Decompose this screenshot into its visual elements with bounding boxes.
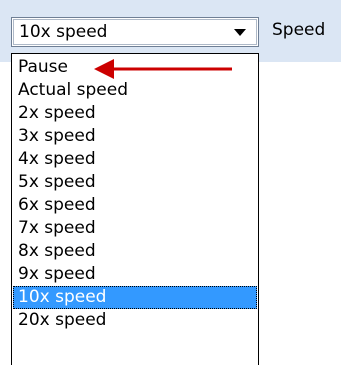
option-9x-speed[interactable]: 9x speed [13, 263, 257, 286]
option-7x-speed[interactable]: 7x speed [13, 217, 257, 240]
speed-label: Speed [272, 20, 326, 40]
chevron-down-icon[interactable] [234, 29, 246, 36]
speed-dropdown-list: Pause Actual speed 2x speed 3x speed 4x … [11, 53, 259, 365]
option-8x-speed[interactable]: 8x speed [13, 240, 257, 263]
option-pause[interactable]: Pause [13, 56, 257, 79]
option-5x-speed[interactable]: 5x speed [13, 171, 257, 194]
option-20x-speed[interactable]: 20x speed [13, 309, 257, 332]
option-2x-speed[interactable]: 2x speed [13, 102, 257, 125]
option-4x-speed[interactable]: 4x speed [13, 148, 257, 171]
option-3x-speed[interactable]: 3x speed [13, 125, 257, 148]
combobox-value: 10x speed [19, 22, 108, 42]
option-6x-speed[interactable]: 6x speed [13, 194, 257, 217]
option-actual-speed[interactable]: Actual speed [13, 79, 257, 102]
option-10x-speed[interactable]: 10x speed [13, 286, 257, 309]
speed-combobox[interactable]: 10x speed [11, 17, 259, 47]
